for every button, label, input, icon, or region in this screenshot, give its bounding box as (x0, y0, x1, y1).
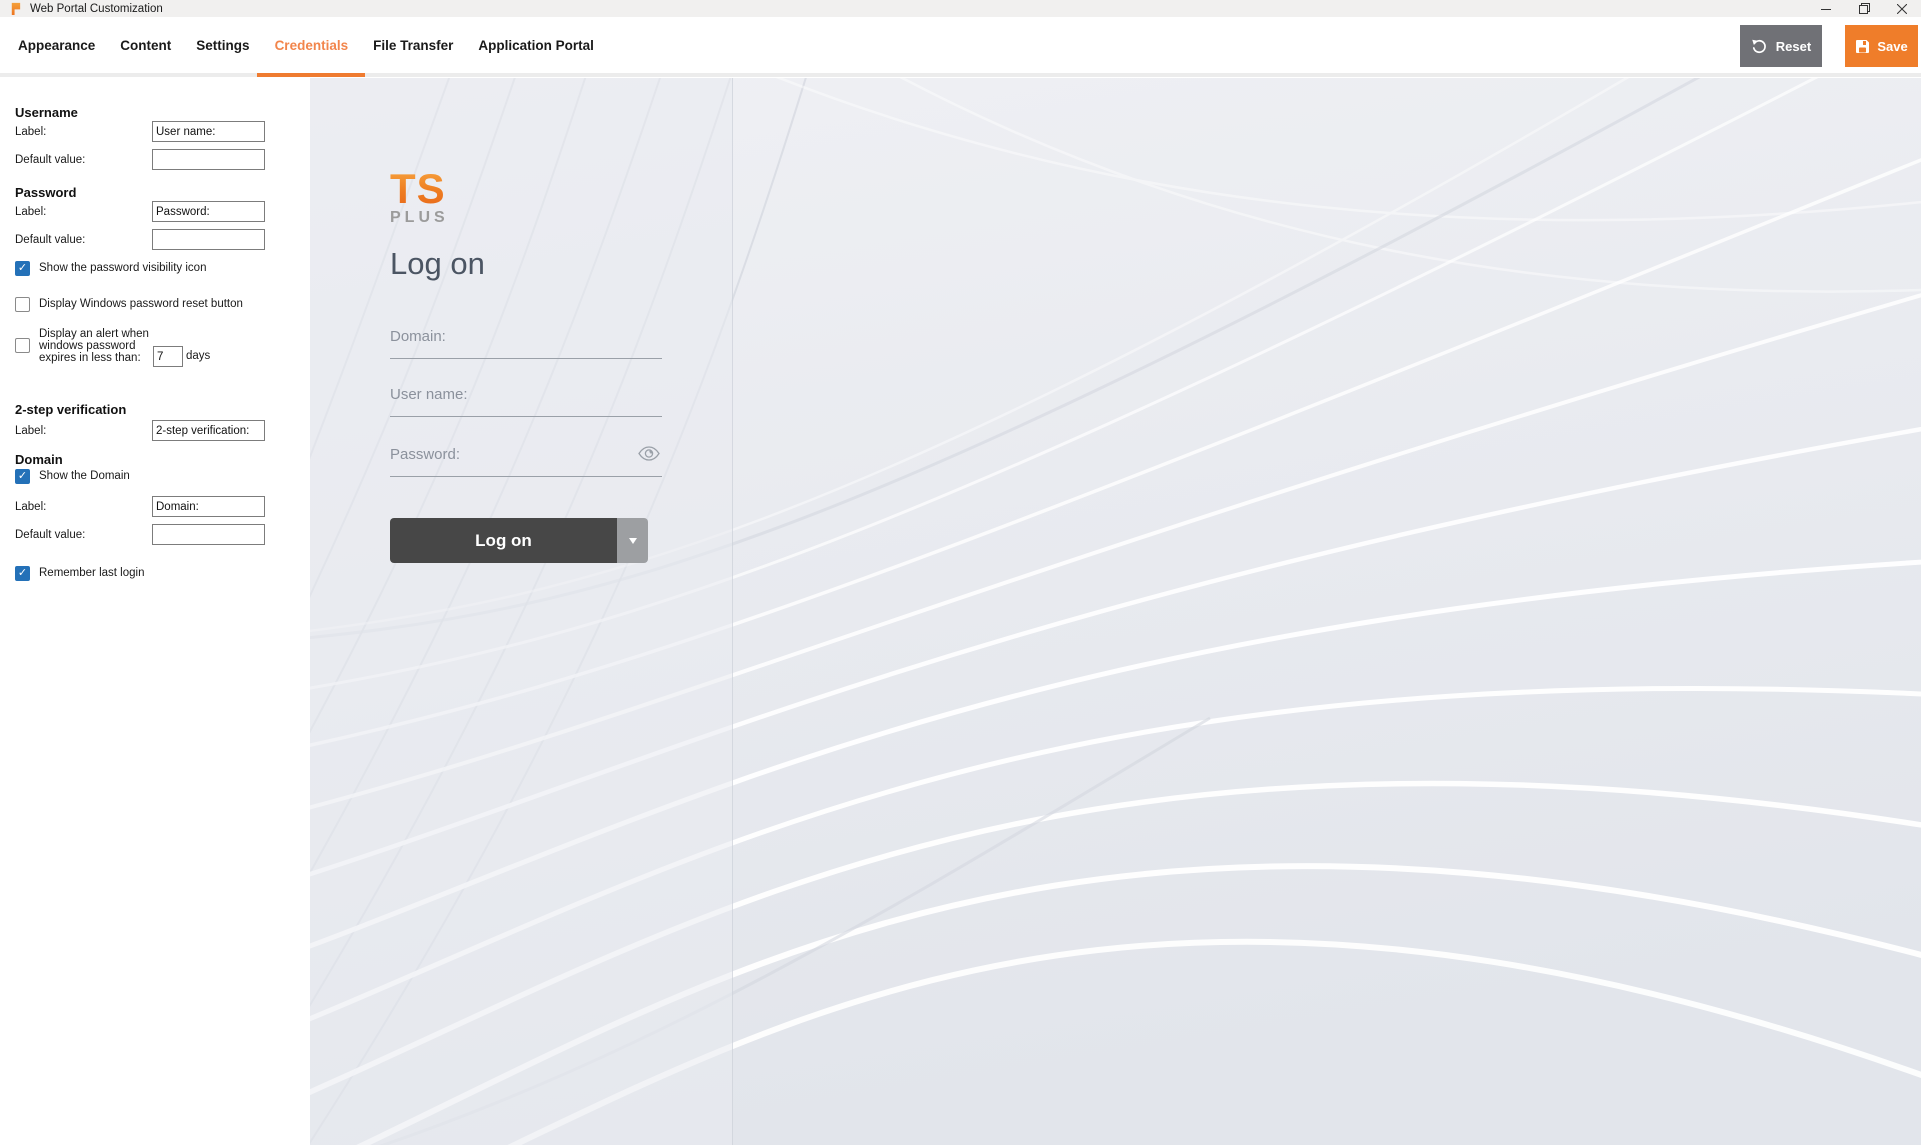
title-bar: Web Portal Customization (0, 0, 1921, 17)
username-placeholder: User name: (390, 386, 468, 403)
expiry-days-input[interactable] (153, 346, 183, 367)
domain-default-input[interactable] (152, 524, 265, 545)
logon-dropdown-button[interactable] (617, 518, 648, 563)
password-expiry-alert-checkbox[interactable] (15, 338, 30, 353)
tab-file-transfer[interactable]: File Transfer (373, 17, 453, 73)
username-default-caption: Default value: (15, 154, 86, 166)
login-form-preview: TS PLUS Log on Domain: User name: Passwo… (310, 78, 732, 1145)
password-label-caption: Label: (15, 206, 47, 218)
password-label-input[interactable] (152, 201, 265, 222)
windows-password-reset-row: Display Windows password reset button (15, 297, 243, 312)
password-default-caption: Default value: (15, 234, 86, 246)
close-button[interactable] (1883, 0, 1921, 17)
tab-settings[interactable]: Settings (196, 17, 249, 73)
show-domain-label: Show the Domain (39, 470, 130, 482)
tsplus-logo: TS PLUS (390, 168, 449, 227)
twostep-section-heading: 2-step verification (15, 402, 127, 417)
restore-button[interactable] (1845, 0, 1883, 17)
logo-plus-text: PLUS (390, 208, 449, 226)
remember-login-row: ✓ Remember last login (15, 566, 144, 581)
save-button[interactable]: Save (1845, 25, 1918, 67)
domain-default-caption: Default value: (15, 529, 86, 541)
domain-section-heading: Domain (15, 452, 63, 467)
chevron-down-icon (628, 537, 637, 544)
save-label: Save (1877, 38, 1908, 54)
twostep-label-caption: Label: (15, 425, 47, 437)
preview-username-field[interactable]: User name: (390, 386, 662, 417)
reset-label: Reset (1775, 38, 1812, 54)
domain-placeholder: Domain: (390, 328, 446, 345)
reset-button[interactable]: Reset (1740, 25, 1822, 67)
minimize-button[interactable] (1807, 0, 1845, 17)
domain-label-caption: Label: (15, 501, 47, 513)
tab-bar: Appearance Content Settings Credentials … (0, 17, 1921, 77)
app-window: Web Portal Customization Appearance Cont… (0, 0, 1921, 1145)
logo-ts-text: TS (390, 168, 449, 210)
show-password-visibility-label: Show the password visibility icon (39, 262, 207, 274)
username-section-heading: Username (15, 105, 78, 120)
password-expiry-alert-label: Display an alert when windows password e… (39, 328, 149, 364)
password-expiry-alert-row: Display an alert when windows password e… (15, 327, 151, 364)
logon-button-group: Log on (390, 518, 648, 563)
remember-login-label: Remember last login (39, 567, 145, 579)
domain-label-input[interactable] (152, 496, 265, 517)
tab-content[interactable]: Content (120, 17, 171, 73)
logon-heading: Log on (390, 246, 485, 281)
logon-button[interactable]: Log on (390, 518, 617, 563)
portal-preview: TS PLUS Log on Domain: User name: Passwo… (310, 78, 1921, 1145)
windows-password-reset-checkbox[interactable] (15, 297, 30, 312)
remember-login-checkbox[interactable]: ✓ (15, 566, 30, 581)
window-title: Web Portal Customization (30, 2, 163, 15)
show-domain-row: ✓ Show the Domain (15, 469, 130, 484)
preview-password-field[interactable]: Password: (390, 446, 662, 477)
preview-domain-field[interactable]: Domain: (390, 328, 662, 359)
show-password-visibility-row: ✓ Show the password visibility icon (15, 261, 206, 276)
password-placeholder: Password: (390, 446, 461, 463)
twostep-label-input[interactable] (152, 420, 265, 441)
reset-icon (1752, 39, 1766, 53)
username-label-caption: Label: (15, 126, 47, 138)
windows-password-reset-label: Display Windows password reset button (39, 298, 243, 310)
password-default-input[interactable] (152, 229, 265, 250)
tab-application-portal[interactable]: Application Portal (478, 17, 594, 73)
tab-credentials[interactable]: Credentials (275, 17, 349, 73)
expiry-days-suffix: days (186, 350, 211, 362)
app-icon (11, 2, 21, 15)
username-label-input[interactable] (152, 121, 265, 142)
show-domain-checkbox[interactable]: ✓ (15, 469, 30, 484)
save-icon (1856, 39, 1870, 53)
logon-button-label: Log on (475, 530, 532, 550)
tab-appearance[interactable]: Appearance (18, 17, 95, 73)
credentials-settings-panel: Username Label: Default value: Password … (0, 77, 310, 1145)
password-section-heading: Password (15, 185, 77, 200)
show-password-visibility-checkbox[interactable]: ✓ (15, 261, 30, 276)
eye-icon[interactable] (638, 446, 660, 466)
username-default-input[interactable] (152, 149, 265, 170)
